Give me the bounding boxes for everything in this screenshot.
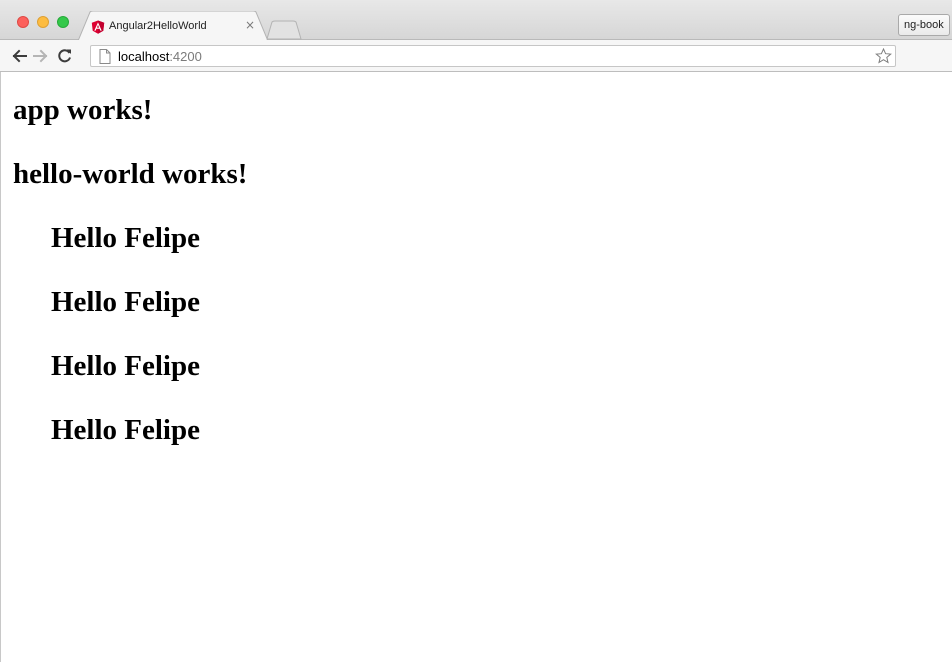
hello-world-works-heading: hello-world works! bbox=[13, 158, 248, 190]
page-viewport: app works! hello-world works! Hello Feli… bbox=[0, 72, 952, 662]
toolbar: localhost:4200 bbox=[0, 40, 952, 102]
arrow-left-icon[interactable] bbox=[10, 48, 28, 64]
angular-icon bbox=[91, 20, 105, 34]
window-close-button[interactable] bbox=[17, 16, 29, 28]
url-port: :4200 bbox=[169, 49, 202, 64]
greeting-heading: Hello Felipe bbox=[51, 286, 200, 318]
url-text[interactable]: localhost:4200 bbox=[118, 49, 202, 64]
greeting-heading: Hello Felipe bbox=[51, 350, 200, 382]
window-minimize-button[interactable] bbox=[37, 16, 49, 28]
tab-close-icon[interactable]: × bbox=[243, 17, 257, 33]
tab-angular2helloworld[interactable]: Angular2HelloWorld × bbox=[78, 11, 268, 41]
star-icon[interactable] bbox=[875, 48, 892, 64]
tab-strip: Angular2HelloWorld × ng-book bbox=[0, 0, 952, 41]
new-tab-button[interactable] bbox=[266, 20, 302, 40]
list-item: Hello Felipe bbox=[51, 285, 200, 349]
address-bar[interactable]: localhost:4200 bbox=[90, 45, 896, 67]
greeting-heading: Hello Felipe bbox=[51, 414, 200, 446]
list-item: Hello Felipe bbox=[51, 413, 200, 477]
greeting-list: Hello Felipe Hello Felipe Hello Felipe H… bbox=[51, 221, 200, 477]
list-item: Hello Felipe bbox=[51, 221, 200, 285]
tab-title: Angular2HelloWorld bbox=[109, 20, 207, 32]
window-maximize-button[interactable] bbox=[57, 16, 69, 28]
list-item: Hello Felipe bbox=[51, 349, 200, 413]
greeting-heading: Hello Felipe bbox=[51, 222, 200, 254]
arrow-right-icon[interactable] bbox=[32, 48, 50, 64]
page-icon bbox=[99, 49, 111, 64]
reload-icon[interactable] bbox=[56, 48, 74, 64]
browser-window: Angular2HelloWorld × ng-book localhost:4… bbox=[0, 0, 952, 662]
url-host: localhost bbox=[118, 49, 170, 64]
app-works-heading: app works! bbox=[13, 94, 153, 126]
profile-button[interactable]: ng-book bbox=[898, 14, 950, 36]
